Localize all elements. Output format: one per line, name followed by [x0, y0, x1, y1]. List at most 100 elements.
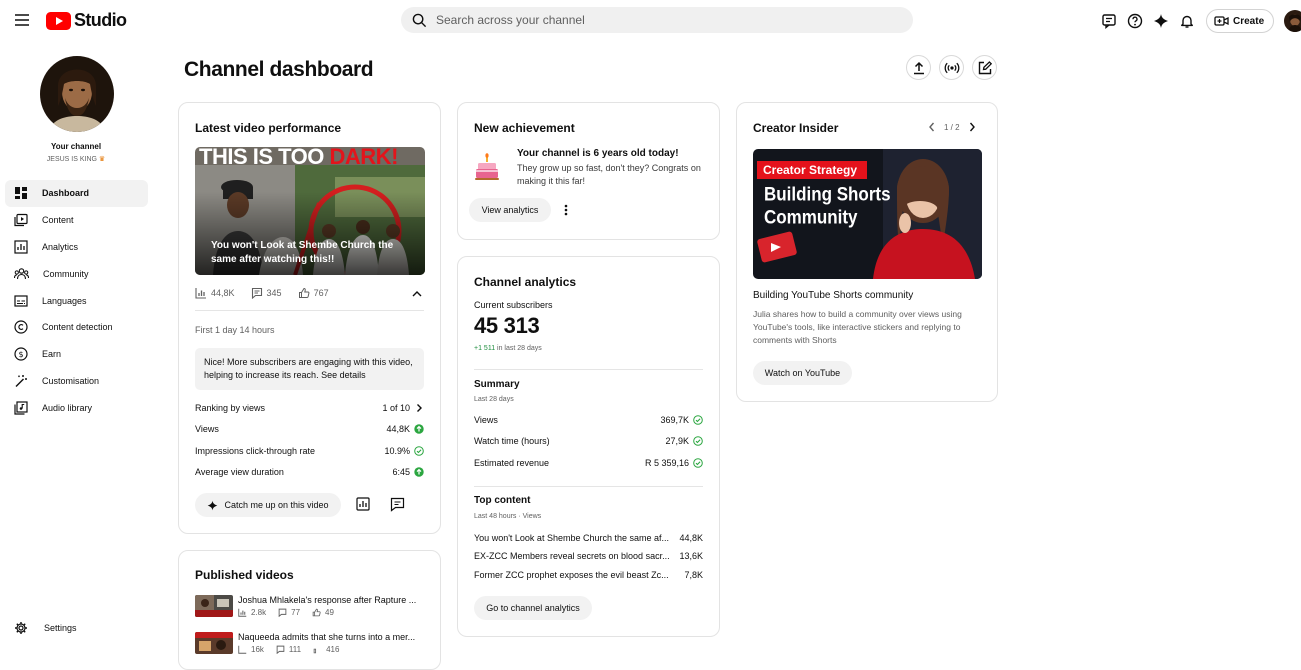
- insider-video-thumbnail[interactable]: Creator Strategy Building Shorts Communi…: [753, 149, 982, 279]
- divider: [474, 486, 703, 487]
- thumbs-up-icon: [298, 287, 309, 298]
- likes-stat: 767: [298, 287, 329, 299]
- create-button[interactable]: Create: [1206, 9, 1275, 33]
- table-row[interactable]: Former ZCC prophet exposes the evil beas…: [474, 568, 703, 582]
- menu-icon[interactable]: [12, 10, 32, 30]
- birthday-cake-icon: [474, 153, 500, 184]
- sidebar-item-label: Customisation: [42, 375, 100, 386]
- summary-period: Last 28 days: [474, 396, 514, 403]
- gear-icon: [15, 622, 27, 634]
- sidebar-item-audio-library[interactable]: Audio library: [5, 394, 148, 421]
- account-avatar[interactable]: [1284, 10, 1301, 32]
- search-input[interactable]: [436, 13, 876, 27]
- thumbs-up-icon: [312, 608, 321, 617]
- collapse-icon[interactable]: [411, 288, 423, 302]
- latest-video-thumbnail[interactable]: THIS IS TOO DARK! You won't Look at Shem…: [195, 147, 425, 275]
- sidebar-item-dashboard[interactable]: Dashboard: [5, 180, 148, 207]
- top-actions: Create: [1096, 9, 1301, 33]
- sidebar-item-community[interactable]: Community: [5, 260, 148, 287]
- sidebar-item-label: Audio library: [42, 402, 93, 413]
- live-icon: [944, 62, 959, 73]
- magic-wand-icon: [15, 374, 27, 387]
- video-comments-icon[interactable]: [390, 497, 405, 515]
- channel-analytics-card: Channel analytics Current subscribers 45…: [457, 256, 720, 637]
- thumbs-up-icon: [313, 648, 317, 654]
- thumbnail-tag: Creator Strategy: [757, 161, 868, 179]
- copyright-icon: [14, 320, 28, 334]
- sidebar-item-label: Languages: [42, 295, 87, 306]
- search-bar[interactable]: [401, 7, 913, 33]
- list-item[interactable]: Joshua Mhlakela's response after Rapture…: [195, 595, 425, 621]
- thumbnail-headline: THIS IS TOO DARK!: [199, 147, 398, 169]
- video-thumbnail: [195, 595, 233, 617]
- watch-on-youtube-button[interactable]: Watch on YouTube: [753, 361, 852, 385]
- dashboard-icon: [15, 187, 27, 200]
- check-circle-icon: [693, 458, 703, 468]
- chevron-left-icon[interactable]: [927, 121, 937, 133]
- video-stats: 2.8k 77 49: [238, 608, 334, 617]
- notifications-icon[interactable]: [1174, 10, 1200, 32]
- list-item[interactable]: Naqueeda admits that she turns into a me…: [195, 632, 425, 658]
- sparkle-icon[interactable]: [1148, 10, 1174, 32]
- divider: [195, 310, 424, 311]
- sidebar-item-settings[interactable]: Settings: [14, 621, 77, 635]
- bar-chart-icon: [238, 608, 247, 617]
- thumbnail-headline: Building Shorts Community: [764, 183, 891, 228]
- chevron-right-icon: [417, 404, 422, 412]
- bar-chart-icon: [195, 288, 206, 299]
- studio-logo[interactable]: Studio: [46, 10, 127, 31]
- achievement-body: They grow up so fast, don't they? Congra…: [517, 163, 701, 186]
- divider: [474, 369, 703, 370]
- published-videos-card: Published videos Joshua Mhlakela's respo…: [178, 550, 441, 670]
- table-row[interactable]: You won't Look at Shembe Church the same…: [474, 531, 703, 545]
- video-title: Joshua Mhlakela's response after Rapture…: [238, 595, 417, 605]
- summary-row: Watch time (hours) 27,9K: [474, 434, 703, 448]
- top-content-title: Top content: [474, 495, 531, 506]
- subscribers-count: 45 313: [474, 313, 540, 338]
- comment-icon: [278, 608, 287, 617]
- sparkle-icon: [208, 500, 218, 510]
- period-label: First 1 day 14 hours: [195, 325, 275, 335]
- video-analytics-icon[interactable]: [356, 497, 370, 514]
- more-options-icon[interactable]: [562, 203, 570, 220]
- go-to-channel-analytics-button[interactable]: Go to channel analytics: [474, 596, 592, 620]
- card-title: Creator Insider: [753, 121, 839, 135]
- channel-avatar[interactable]: [40, 56, 114, 132]
- create-post-button[interactable]: [972, 55, 997, 80]
- crown-icon: ♛: [98, 156, 106, 163]
- sidebar-item-earn[interactable]: $ Earn: [5, 341, 148, 368]
- go-live-button[interactable]: [939, 55, 964, 80]
- sidebar-item-analytics[interactable]: Analytics: [5, 234, 148, 261]
- settings-label: Settings: [44, 623, 77, 633]
- card-title: Channel analytics: [474, 275, 577, 289]
- video-stats: 44,8K 345 767: [195, 287, 329, 299]
- ranking-row[interactable]: Ranking by views 1 of 10: [195, 401, 424, 415]
- summary-row: Views 369,7K: [474, 413, 703, 427]
- arrow-up-icon: [414, 467, 424, 477]
- insider-video-title[interactable]: Building YouTube Shorts community: [753, 290, 913, 301]
- views-row: Views 44,8K: [195, 422, 424, 436]
- insight-box[interactable]: Nice! More subscribers are engaging with…: [195, 348, 424, 390]
- sidebar: Your channel JESUS IS KING ♛ Dashboard C…: [0, 40, 160, 648]
- feedback-icon[interactable]: [1096, 10, 1122, 32]
- check-circle-icon: [693, 415, 703, 425]
- view-analytics-button[interactable]: View analytics: [469, 198, 551, 222]
- sidebar-item-label: Content detection: [42, 322, 113, 333]
- subscribers-delta: +1 511 in last 28 days: [474, 345, 542, 352]
- catch-me-up-button[interactable]: Catch me up on this video: [195, 493, 341, 517]
- upload-button[interactable]: [906, 55, 931, 80]
- comment-icon: [276, 645, 285, 654]
- edit-icon: [978, 60, 992, 74]
- sidebar-item-label: Analytics: [42, 241, 79, 252]
- languages-icon: [14, 294, 28, 307]
- table-row[interactable]: EX-ZCC Members reveal secrets on blood s…: [474, 549, 703, 563]
- summary-title: Summary: [474, 379, 520, 390]
- chevron-right-icon[interactable]: [967, 121, 977, 133]
- svg-text:$: $: [18, 350, 23, 359]
- sidebar-item-content[interactable]: Content: [5, 207, 148, 234]
- sidebar-item-languages[interactable]: Languages: [5, 287, 148, 314]
- sidebar-item-content-detection[interactable]: Content detection: [5, 314, 148, 341]
- sidebar-item-customisation[interactable]: Customisation: [5, 368, 148, 395]
- help-icon[interactable]: [1122, 10, 1148, 32]
- views-stat: 44,8K: [195, 287, 235, 299]
